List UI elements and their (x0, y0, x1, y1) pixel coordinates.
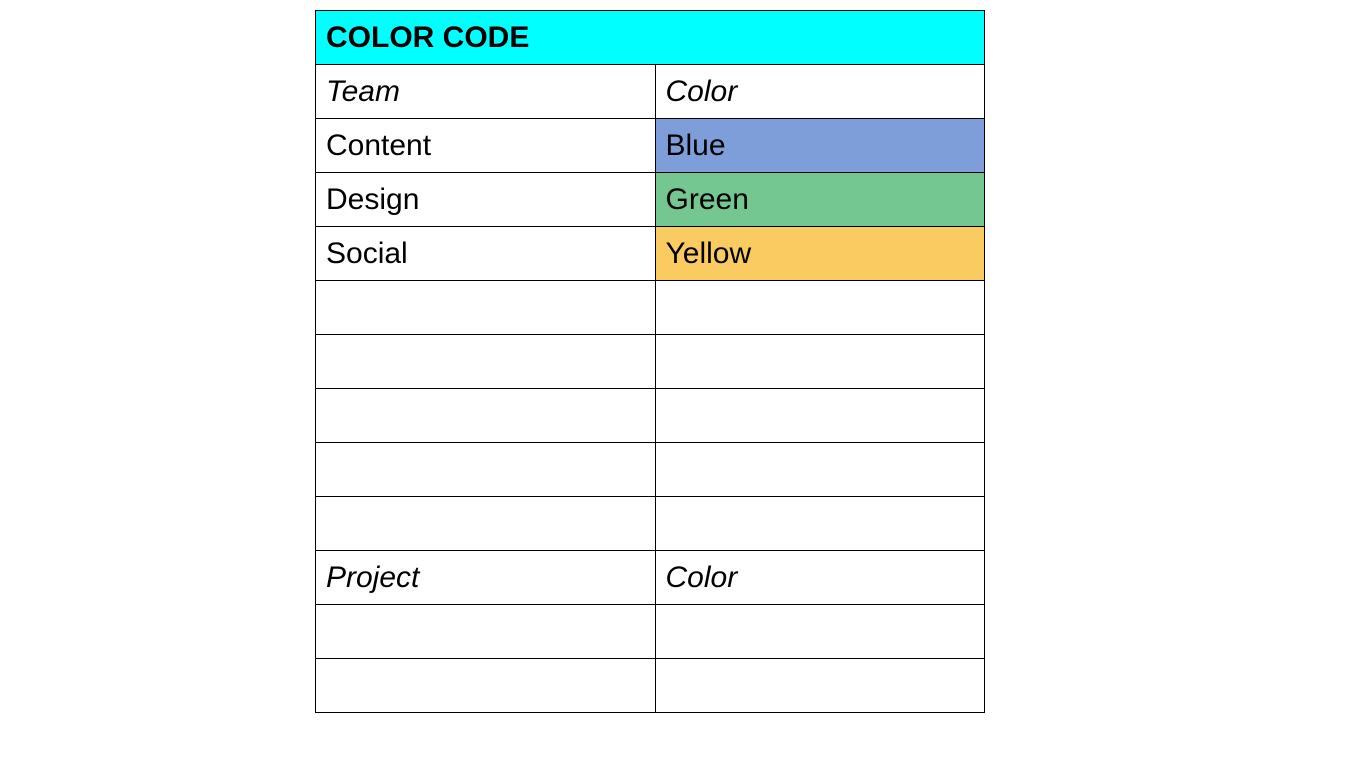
table-title[interactable]: COLOR CODE (316, 11, 656, 65)
table-row[interactable] (316, 335, 985, 389)
table-row[interactable] (316, 443, 985, 497)
header-color-2[interactable]: Color (655, 551, 985, 605)
empty-cell[interactable] (316, 281, 656, 335)
cell-team-content[interactable]: Content (316, 119, 656, 173)
table-row[interactable] (316, 605, 985, 659)
empty-cell[interactable] (316, 389, 656, 443)
header-color[interactable]: Color (655, 65, 985, 119)
empty-cell[interactable] (316, 497, 656, 551)
empty-cell[interactable] (316, 605, 656, 659)
empty-cell[interactable] (655, 389, 985, 443)
table-row[interactable] (316, 497, 985, 551)
empty-cell[interactable] (655, 281, 985, 335)
table-row[interactable]: Social Yellow (316, 227, 985, 281)
empty-cell[interactable] (655, 659, 985, 713)
title-row[interactable]: COLOR CODE (316, 11, 985, 65)
cell-color-yellow[interactable]: Yellow (655, 227, 985, 281)
cell-team-social[interactable]: Social (316, 227, 656, 281)
table-row[interactable]: Design Green (316, 173, 985, 227)
cell-color-green[interactable]: Green (655, 173, 985, 227)
header-team[interactable]: Team (316, 65, 656, 119)
empty-cell[interactable] (655, 443, 985, 497)
empty-cell[interactable] (655, 605, 985, 659)
empty-cell[interactable] (316, 443, 656, 497)
header-project[interactable]: Project (316, 551, 656, 605)
table-row[interactable] (316, 659, 985, 713)
empty-cell[interactable] (655, 335, 985, 389)
cell-color-blue[interactable]: Blue (655, 119, 985, 173)
empty-cell[interactable] (316, 659, 656, 713)
table-row[interactable]: Content Blue (316, 119, 985, 173)
cell-team-design[interactable]: Design (316, 173, 656, 227)
table-row[interactable] (316, 281, 985, 335)
section1-header-row[interactable]: Team Color (316, 65, 985, 119)
table-row[interactable] (316, 389, 985, 443)
empty-cell[interactable] (655, 497, 985, 551)
title-cell-right[interactable] (655, 11, 985, 65)
color-code-table: COLOR CODE Team Color Content Blue Desig… (315, 10, 985, 713)
empty-cell[interactable] (316, 335, 656, 389)
section2-header-row[interactable]: Project Color (316, 551, 985, 605)
